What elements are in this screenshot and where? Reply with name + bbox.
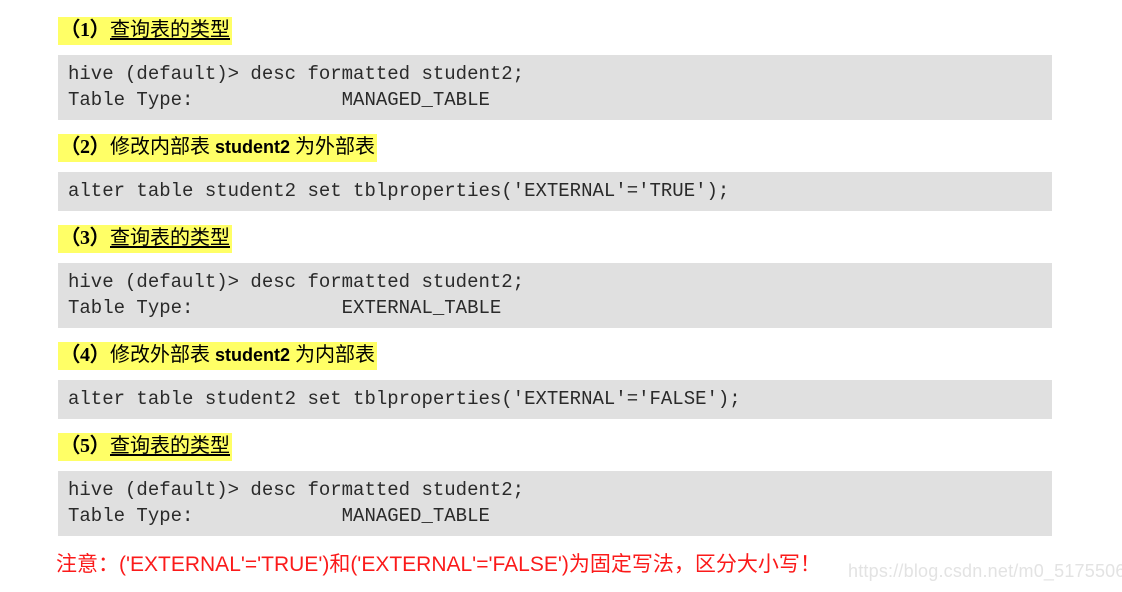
heading-highlight: （5）查询表的类型	[58, 433, 232, 461]
heading-text-tail: 为外部表	[290, 136, 376, 158]
code-block-4[interactable]: alter table student2 set tblproperties('…	[58, 380, 1052, 419]
code-line: Table Type: MANAGED_TABLE	[68, 505, 490, 527]
heading-text-underlined: 查询表的类型	[110, 435, 230, 457]
notice-body: ('EXTERNAL'='TRUE')和('EXTERNAL'='FALSE')…	[119, 553, 821, 576]
code-line: alter table student2 set tblproperties('…	[68, 388, 741, 410]
code-block-5[interactable]: hive (default)> desc formatted student2;…	[58, 471, 1052, 536]
document-page: （1）查询表的类型 hive (default)> desc formatted…	[0, 0, 1122, 592]
heading-highlight: （1）查询表的类型	[58, 17, 232, 45]
code-block-1[interactable]: hive (default)> desc formatted student2;…	[58, 55, 1052, 120]
heading-highlight: （3）查询表的类型	[58, 225, 232, 253]
heading-text-underlined: 查询表的类型	[110, 19, 230, 41]
code-block-2[interactable]: alter table student2 set tblproperties('…	[58, 172, 1052, 211]
section-heading-1: （1）查询表的类型	[0, 17, 1122, 45]
notice-label: 注意：	[56, 552, 119, 576]
heading-number: （4）	[60, 344, 110, 366]
heading-code-word: student2	[215, 345, 291, 365]
heading-text-plain: 修改内部表	[110, 136, 215, 158]
heading-number: （3）	[60, 227, 110, 249]
heading-highlight: （4）修改外部表 student2 为内部表	[58, 342, 378, 370]
code-line: hive (default)> desc formatted student2;	[68, 271, 525, 293]
section-heading-5: （5）查询表的类型	[0, 433, 1122, 461]
heading-number: （5）	[60, 435, 110, 457]
section-heading-4: （4）修改外部表 student2 为内部表	[0, 342, 1122, 370]
code-block-3[interactable]: hive (default)> desc formatted student2;…	[58, 263, 1052, 328]
watermark-text: https://blog.csdn.net/m0_51755061	[848, 561, 1122, 581]
heading-number: （1）	[60, 19, 110, 41]
code-line: hive (default)> desc formatted student2;	[68, 479, 525, 501]
code-line: Table Type: EXTERNAL_TABLE	[68, 297, 502, 319]
heading-highlight: （2）修改内部表 student2 为外部表	[58, 134, 378, 162]
code-line: hive (default)> desc formatted student2;	[68, 63, 525, 85]
section-heading-3: （3）查询表的类型	[0, 225, 1122, 253]
heading-number: （2）	[60, 136, 110, 158]
heading-code-word: student2	[215, 137, 291, 157]
code-line: alter table student2 set tblproperties('…	[68, 180, 730, 202]
heading-text-plain: 修改外部表	[110, 344, 215, 366]
heading-text-tail: 为内部表	[290, 344, 376, 366]
heading-text-underlined: 查询表的类型	[110, 227, 230, 249]
code-line: Table Type: MANAGED_TABLE	[68, 89, 490, 111]
section-heading-2: （2）修改内部表 student2 为外部表	[0, 134, 1122, 162]
